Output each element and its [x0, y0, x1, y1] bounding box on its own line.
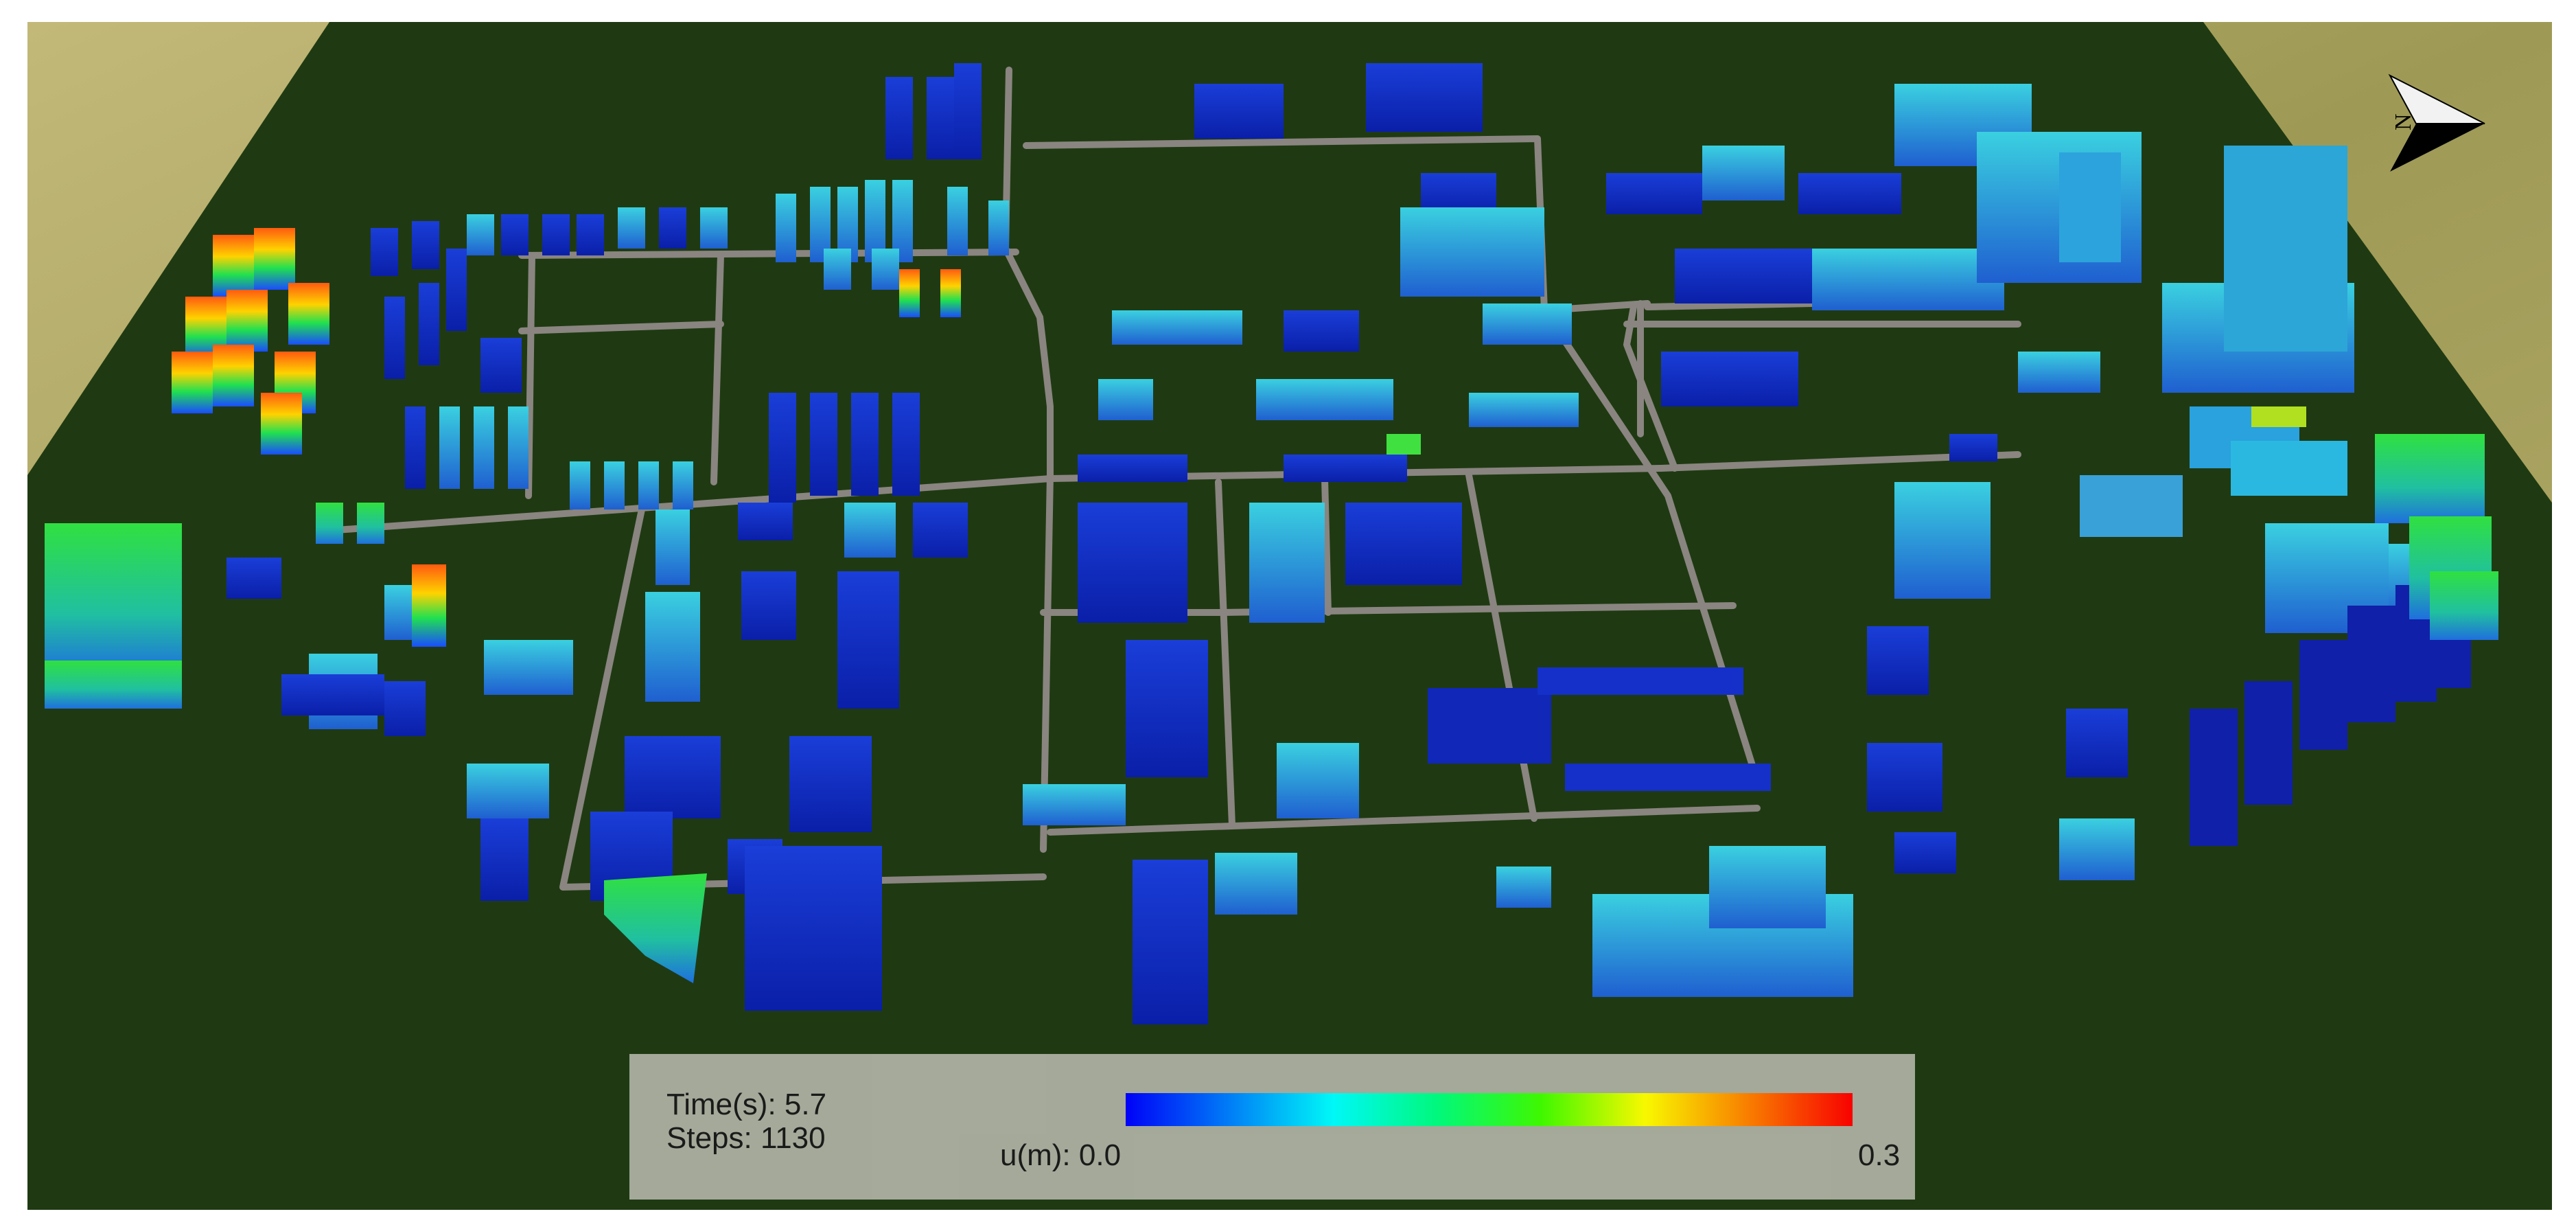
steps-value: 1130	[760, 1121, 826, 1155]
time-readout: Time(s): 5.7	[666, 1090, 826, 1120]
compass-north-label: N	[2391, 113, 2416, 130]
simulation-viewport[interactable]: N	[27, 22, 2552, 1210]
range-min-value: 0.0	[1078, 1138, 1122, 1172]
legend-panel: Time(s): 5.7 Steps: 1130 u(m): 0.0 0.3	[629, 1054, 1915, 1200]
time-label: Time(s):	[666, 1088, 776, 1121]
time-value: 5.7	[784, 1088, 827, 1121]
variable-label: u(m):	[1000, 1138, 1071, 1172]
3d-city-scene[interactable]	[27, 22, 2552, 1210]
velocity-colorbar	[1126, 1093, 1853, 1126]
colorbar-min-label: u(m): 0.0	[1000, 1140, 1121, 1171]
north-compass-icon: N	[2388, 73, 2485, 172]
range-max-value: 0.3	[1858, 1138, 1901, 1172]
steps-label: Steps:	[666, 1121, 752, 1155]
steps-readout: Steps: 1130	[666, 1123, 826, 1154]
